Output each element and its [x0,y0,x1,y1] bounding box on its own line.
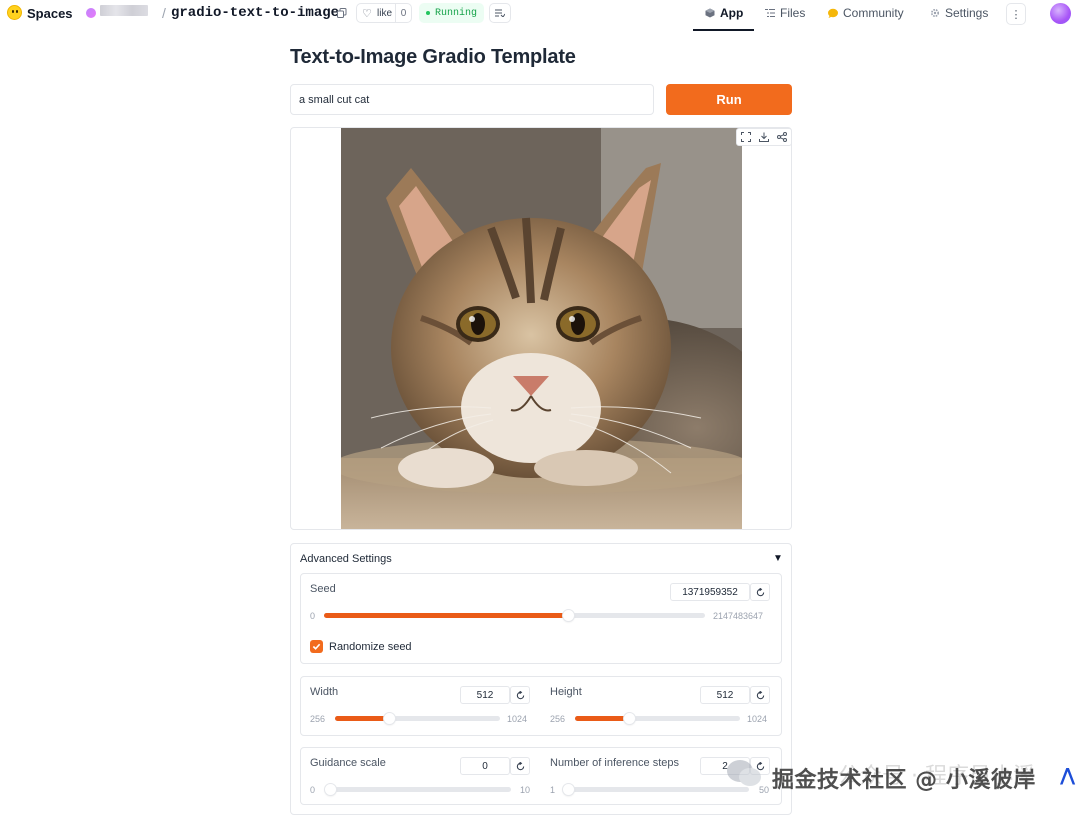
seed-slider[interactable] [324,610,705,621]
guidance-reset-button[interactable] [510,757,530,775]
result-image-panel [290,127,792,530]
checkmark-icon [312,643,321,650]
huggingface-logo-icon[interactable] [7,5,22,20]
guidance-number-box[interactable] [460,757,510,775]
share-icon[interactable] [777,132,787,142]
owner-avatar[interactable] [86,8,96,18]
repo-name-link[interactable]: gradio-text-to-image [171,5,339,21]
tab-community-label: Community [843,6,904,20]
reset-icon [516,761,524,770]
seed-slider-fill [324,613,568,618]
accordion-toggle-icon[interactable]: ▼ [773,553,783,564]
randomize-seed-label[interactable]: Randomize seed [329,641,412,653]
width-slider-thumb[interactable] [384,713,395,724]
prompt-input[interactable] [290,84,654,115]
seed-number-box[interactable] [670,583,750,601]
width-max: 1024 [507,714,528,724]
gear-icon [930,8,940,18]
seed-reset-button[interactable] [750,583,770,601]
randomize-seed-checkbox[interactable] [310,640,323,653]
steps-label: Number of inference steps [550,757,680,769]
user-avatar[interactable] [1050,3,1071,24]
width-min: 256 [310,714,326,724]
download-icon[interactable] [759,132,769,142]
reset-icon [756,587,764,596]
like-button[interactable]: ♡ like 0 [356,3,412,23]
guidance-max: 10 [520,785,531,795]
status-badge: Running [419,3,485,23]
width-label: Width [310,686,339,698]
steps-slider-thumb[interactable] [563,784,574,795]
community-icon [828,8,838,18]
copy-icon[interactable] [337,8,347,18]
guidance-slider[interactable] [325,784,511,795]
tab-community[interactable]: Community [828,6,904,20]
more-vertical-icon: ⋮ [1010,8,1022,21]
height-reset-button[interactable] [750,686,770,704]
files-icon [765,9,775,17]
tab-app[interactable]: App [705,6,743,20]
height-input[interactable] [701,687,749,703]
height-min: 256 [550,714,566,724]
steps-slider[interactable] [563,784,749,795]
seed-slider-thumb[interactable] [563,610,574,621]
advanced-settings-title[interactable]: Advanced Settings [300,553,392,565]
image-toolbar [736,128,792,146]
path-separator: / [162,5,166,21]
height-number-box[interactable] [700,686,750,704]
reset-icon [756,690,764,699]
logs-icon [495,9,505,17]
cat-illustration [341,128,742,529]
juejin-logo-icon: ⋀ [1060,765,1076,786]
guidance-slider-thumb[interactable] [325,784,336,795]
watermark-text: 掘金技术社区 @ 小溪彼岸 [772,768,1036,793]
height-slider[interactable] [575,713,740,724]
page-title: Text-to-Image Gradio Template [290,46,576,68]
width-slider-fill [335,716,389,721]
guidance-label: Guidance scale [310,757,386,769]
height-slider-fill [575,716,629,721]
tab-files-label: Files [780,6,806,20]
seed-max: 2147483647 [713,611,764,621]
fullscreen-icon[interactable] [741,132,751,142]
width-reset-button[interactable] [510,686,530,704]
status-text: Running [435,7,478,19]
wechat-watermark-icon [727,760,761,786]
more-options-button[interactable]: ⋮ [1006,3,1026,25]
tab-settings[interactable]: Settings [930,6,988,20]
seed-input[interactable] [671,584,749,600]
steps-min: 1 [550,785,556,795]
like-count: 0 [395,4,411,22]
reset-icon [516,690,524,699]
inference-settings-block [300,747,782,805]
width-slider[interactable] [335,713,500,724]
heart-icon: ♡ [362,7,372,20]
logs-button[interactable] [489,3,511,23]
tab-files[interactable]: Files [765,6,805,20]
height-max: 1024 [747,714,768,724]
width-number-box[interactable] [460,686,510,704]
height-label: Height [550,686,582,698]
guidance-min: 0 [310,785,316,795]
generated-cat-image [341,128,742,529]
active-tab-indicator [693,29,754,31]
owner-name-redacted[interactable] [100,5,148,16]
top-navigation-bar: Spaces / gradio-text-to-image ♡ like 0 R… [0,0,1080,31]
run-button[interactable]: Run [666,84,792,115]
seed-label: Seed [310,583,336,595]
status-dot-icon [426,11,430,15]
tab-settings-label: Settings [945,6,989,20]
width-input[interactable] [461,687,509,703]
tab-app-label: App [720,6,744,20]
seed-min: 0 [310,611,316,621]
like-label: like [377,7,393,19]
app-cube-icon [705,8,715,18]
size-settings-block [300,676,782,736]
guidance-input[interactable] [461,758,509,774]
spaces-brand-link[interactable]: Spaces [27,6,73,21]
height-slider-thumb[interactable] [624,713,635,724]
